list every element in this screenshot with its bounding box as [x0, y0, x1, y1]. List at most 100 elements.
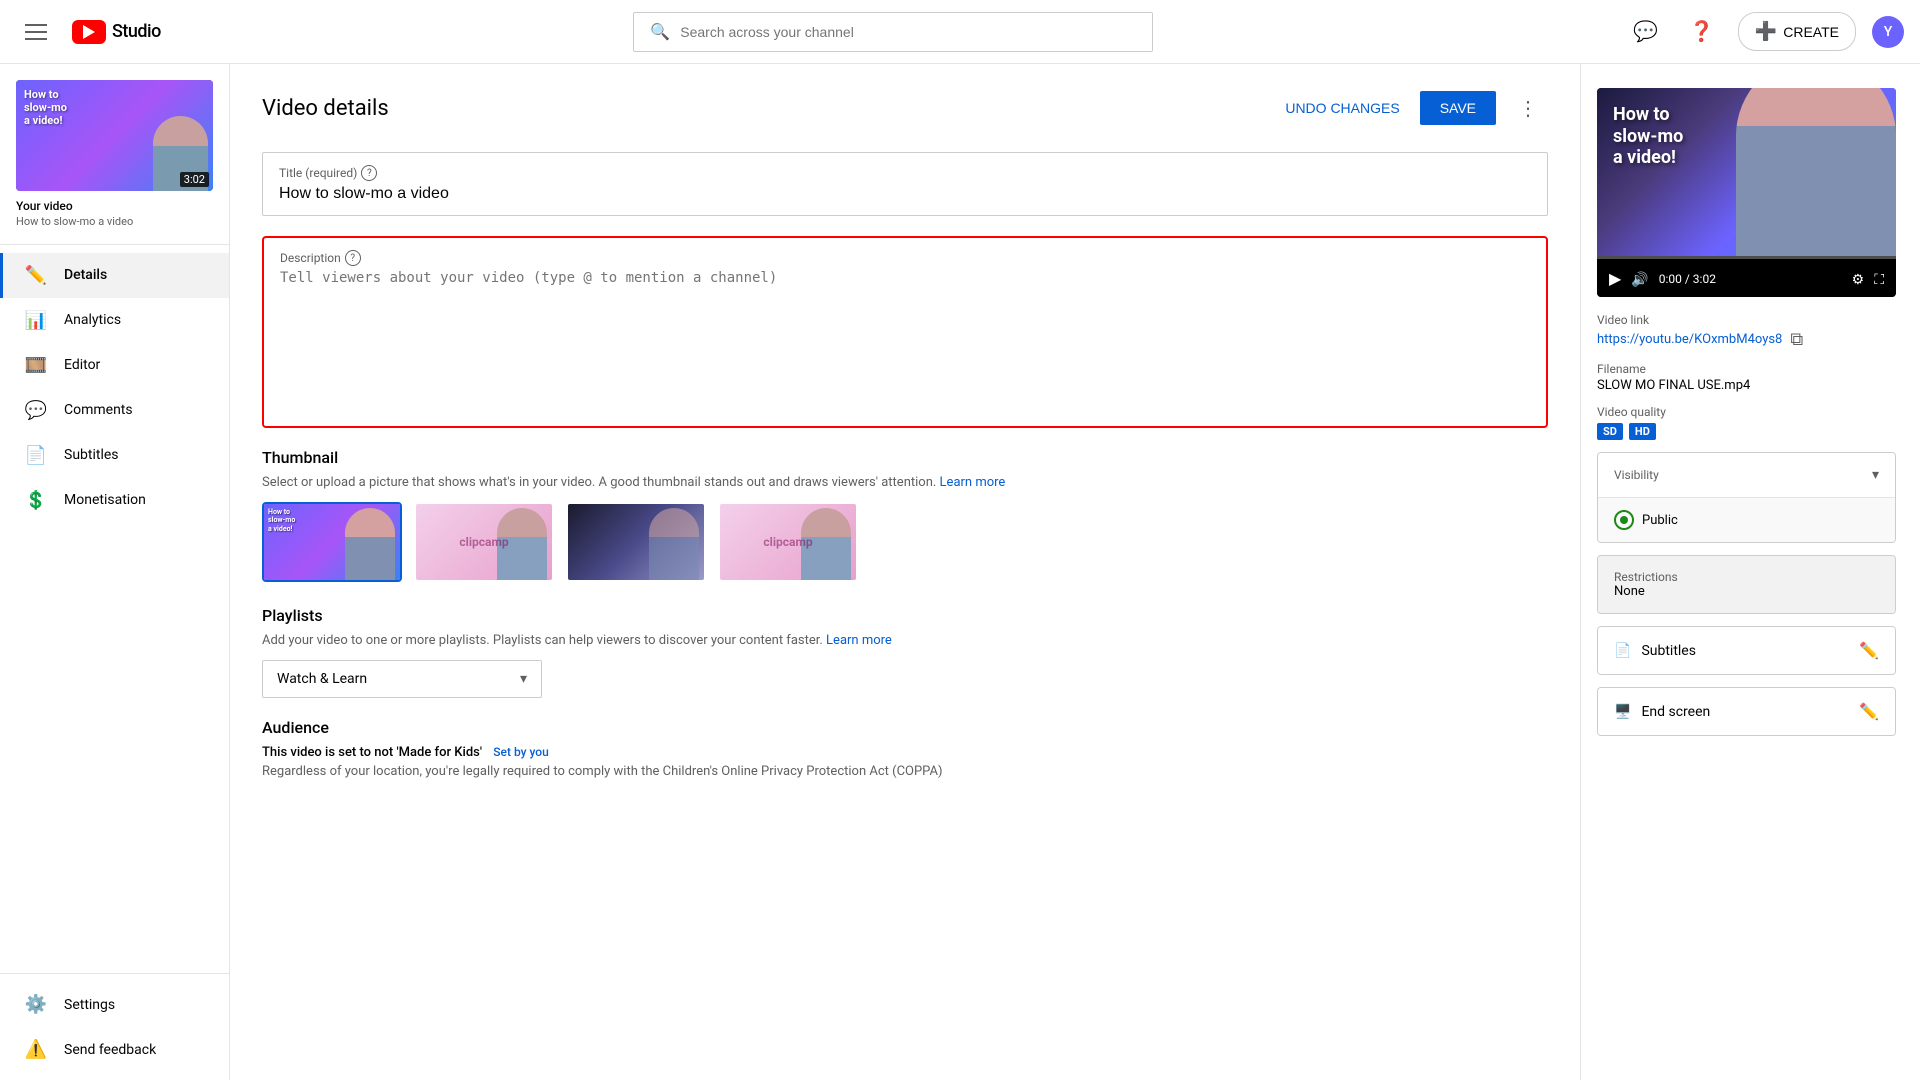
- thumb-image-4: clipcamp: [720, 504, 856, 580]
- sidebar-nav: ✏️ Details 📊 Analytics 🎞️ Editor 💬 Comme…: [0, 245, 229, 973]
- thumbnail-learn-more[interactable]: Learn more: [940, 475, 1006, 490]
- audience-desc: Regardless of your location, you're lega…: [262, 764, 1548, 779]
- visibility-panel-header[interactable]: Visibility ▾: [1598, 453, 1895, 497]
- subtitles-edit-icon[interactable]: ✏️: [1859, 641, 1879, 660]
- quality-badges: SD HD: [1597, 423, 1896, 440]
- sidebar-item-comments[interactable]: 💬 Comments: [0, 388, 229, 433]
- thumbnail-option-1[interactable]: How toslow-moa video!: [262, 502, 402, 582]
- video-link-label: Video link: [1597, 313, 1896, 327]
- thumbnail-title: Thumbnail: [262, 448, 1548, 467]
- copy-link-button[interactable]: ⧉: [1790, 329, 1803, 350]
- sidebar-item-settings[interactable]: ⚙️ Settings: [0, 982, 229, 1027]
- set-by-you[interactable]: Set by you: [493, 745, 548, 759]
- sidebar-item-details[interactable]: ✏️ Details: [0, 253, 229, 298]
- chat-icon: 💬: [1633, 19, 1658, 44]
- restrictions-label: Restrictions: [1614, 570, 1678, 584]
- sidebar-video-section-title: Your video: [16, 199, 213, 213]
- more-options-button[interactable]: ⋮: [1508, 88, 1548, 128]
- sd-badge: SD: [1597, 423, 1623, 440]
- avatar[interactable]: Y: [1872, 16, 1904, 48]
- audience-title: Audience: [262, 718, 1548, 737]
- sidebar-item-subtitles[interactable]: 📄 Subtitles: [0, 433, 229, 478]
- restrictions-panel: Restrictions None: [1597, 555, 1896, 614]
- sidebar-video-thumbnail[interactable]: How toslow-moa video! 3:02: [16, 80, 213, 191]
- create-button[interactable]: ➕ CREATE: [1738, 12, 1856, 51]
- comments-label: Comments: [64, 402, 133, 418]
- title-help-icon[interactable]: ?: [361, 165, 377, 181]
- editor-label: Editor: [64, 357, 100, 373]
- filename-value: SLOW MO FINAL USE.mp4: [1597, 378, 1896, 393]
- hd-badge: HD: [1629, 423, 1656, 440]
- end-screen-header-content: 🖥️ End screen: [1614, 704, 1710, 720]
- copy-icon: ⧉: [1790, 329, 1803, 349]
- subtitles-label: Subtitles: [64, 447, 119, 463]
- hamburger-icon: [25, 24, 47, 40]
- sidebar: How toslow-moa video! 3:02 Your video Ho…: [0, 64, 230, 1080]
- details-icon: ✏️: [24, 265, 48, 286]
- end-screen-edit-icon[interactable]: ✏️: [1859, 702, 1879, 721]
- chevron-down-visibility: ▾: [1872, 467, 1879, 483]
- subtitles-panel-title: Subtitles: [1641, 643, 1696, 659]
- more-options-icon: ⋮: [1518, 96, 1538, 121]
- description-section: Description ?: [262, 236, 1548, 428]
- help-icon: ❓: [1689, 19, 1714, 44]
- studio-label: Studio: [112, 21, 161, 42]
- restrictions-content: Restrictions None: [1614, 570, 1678, 599]
- preview-text: How toslow-moa video!: [1613, 104, 1683, 169]
- description-input[interactable]: [280, 270, 1530, 410]
- thumb-duration: 3:02: [180, 172, 209, 187]
- sidebar-item-send-feedback[interactable]: ⚠️ Send feedback: [0, 1027, 229, 1072]
- settings-label: Settings: [64, 997, 115, 1013]
- subtitles-panel-icon: 📄: [1614, 643, 1631, 659]
- video-link[interactable]: https://youtu.be/KOxmbM4oys8: [1597, 332, 1782, 347]
- playlists-learn-more[interactable]: Learn more: [826, 633, 892, 648]
- search-input[interactable]: [680, 24, 1136, 40]
- playlist-value: Watch & Learn: [277, 671, 367, 687]
- settings-button[interactable]: ⚙: [1852, 271, 1865, 288]
- search-container: 🔍: [161, 12, 1626, 52]
- thumb-image-2: clipcamp: [416, 504, 552, 580]
- end-screen-panel-header[interactable]: 🖥️ End screen ✏️: [1598, 688, 1895, 735]
- thumb-text: How toslow-moa video!: [24, 88, 67, 128]
- end-screen-panel-icon: 🖥️: [1614, 704, 1631, 720]
- visibility-panel: Visibility ▾ Public: [1597, 452, 1896, 543]
- help-button[interactable]: ❓: [1682, 12, 1722, 52]
- details-label: Details: [64, 267, 107, 283]
- youtube-logo: [72, 20, 106, 44]
- sidebar-item-monetisation[interactable]: 💲 Monetisation: [0, 478, 229, 523]
- top-nav: Studio 🔍 💬 ❓ ➕ CREATE Y: [0, 0, 1920, 64]
- undo-changes-button[interactable]: UNDO CHANGES: [1277, 92, 1407, 124]
- thumbnail-desc: Select or upload a picture that shows wh…: [262, 475, 1548, 490]
- save-button[interactable]: SAVE: [1420, 91, 1496, 125]
- chat-button[interactable]: 💬: [1626, 12, 1666, 52]
- audience-section: Audience This video is set to not 'Made …: [262, 718, 1548, 779]
- audience-subtitle: This video is set to not 'Made for Kids'…: [262, 745, 1548, 760]
- end-screen-panel-title: End screen: [1641, 704, 1710, 720]
- video-preview-container: How toslow-moa video! ▶ 🔊 0:00 / 3:02 ⚙ …: [1597, 88, 1896, 297]
- play-button[interactable]: ▶: [1609, 269, 1621, 289]
- visibility-panel-content: Public: [1598, 497, 1895, 542]
- volume-button[interactable]: 🔊: [1631, 271, 1648, 288]
- sidebar-item-analytics[interactable]: 📊 Analytics: [0, 298, 229, 343]
- playlist-dropdown[interactable]: Watch & Learn ▾: [262, 660, 542, 698]
- sidebar-item-editor[interactable]: 🎞️ Editor: [0, 343, 229, 388]
- visibility-value: Public: [1642, 513, 1879, 528]
- editor-icon: 🎞️: [24, 355, 48, 376]
- hamburger-button[interactable]: [16, 12, 56, 52]
- playlists-section: Playlists Add your video to one or more …: [262, 606, 1548, 698]
- title-input[interactable]: [279, 185, 1531, 203]
- analytics-label: Analytics: [64, 312, 121, 328]
- description-help-icon[interactable]: ?: [345, 250, 361, 266]
- subtitles-panel-header[interactable]: 📄 Subtitles ✏️: [1598, 627, 1895, 674]
- thumbnail-option-2[interactable]: clipcamp: [414, 502, 554, 582]
- thumbnail-option-3[interactable]: [566, 502, 706, 582]
- thumbnail-option-4[interactable]: clipcamp: [718, 502, 858, 582]
- progress-bar[interactable]: [1597, 256, 1896, 259]
- fullscreen-button[interactable]: ⛶: [1874, 271, 1884, 288]
- visibility-label: Visibility: [1614, 468, 1659, 482]
- video-quality-row: Video quality SD HD: [1597, 405, 1896, 440]
- active-indicator: [0, 253, 3, 298]
- public-icon: [1614, 510, 1634, 530]
- right-panel: How toslow-moa video! ▶ 🔊 0:00 / 3:02 ⚙ …: [1580, 64, 1920, 1080]
- nav-right: 💬 ❓ ➕ CREATE Y: [1626, 12, 1904, 52]
